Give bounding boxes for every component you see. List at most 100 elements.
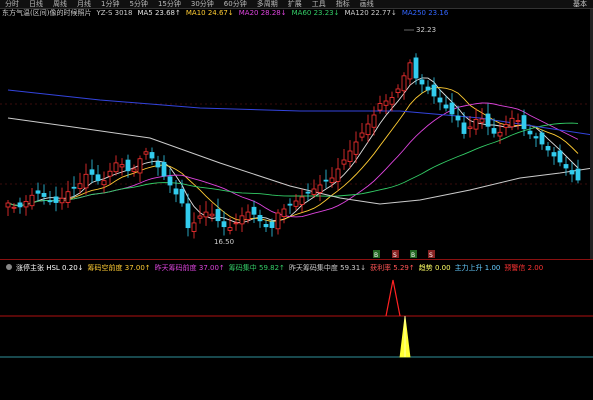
candle-body <box>95 174 101 182</box>
indicator-legend-item: 预警信 2.00 <box>504 264 544 272</box>
candle-body <box>191 222 197 232</box>
candle-body <box>197 215 203 219</box>
tab-8[interactable]: 60分钟 <box>219 0 252 8</box>
candle-body <box>401 75 407 92</box>
candle-body <box>35 190 41 194</box>
candle-body <box>443 104 449 109</box>
signal-marker-label: S <box>429 252 433 259</box>
candle-body <box>311 188 317 195</box>
candle-body <box>179 188 185 204</box>
candle-body <box>377 103 383 111</box>
tab-12[interactable]: 指标 <box>331 0 355 8</box>
ma250-line <box>7 89 593 136</box>
candle-body <box>431 84 437 97</box>
main-legend-item: MA5 23.68↑ <box>137 9 181 17</box>
candle-body <box>485 113 491 127</box>
candle-body <box>89 169 95 175</box>
candle-body <box>113 162 119 173</box>
indicator-panel[interactable]: 涨停主张 HSL 0.20↓ 筹码空前度 37.00↑ 昨天筹码前度 37.00… <box>0 260 593 400</box>
signal-marker-label: B <box>374 252 378 259</box>
candle-body <box>131 168 137 172</box>
main-legend-item: MA10 24.67↓ <box>185 9 234 17</box>
candle-body <box>533 136 539 139</box>
tab-6[interactable]: 15分钟 <box>153 0 186 8</box>
candle-body <box>221 221 227 228</box>
indicator-chart[interactable] <box>0 260 593 400</box>
tab-4[interactable]: 1分钟 <box>96 0 124 8</box>
candle-body <box>389 97 395 105</box>
main-legend-item: MA60 23.23↓ <box>291 9 340 17</box>
indicator-legend-item: 筹码集中 59.82↑ <box>228 264 285 272</box>
candle-body <box>275 212 281 230</box>
indicator-legend-item: 昨天筹码集中度 59.31↓ <box>288 264 367 272</box>
candle-body <box>527 130 533 135</box>
low-price-label: 16.50 <box>214 238 234 246</box>
candle-body <box>407 62 413 80</box>
candle-body <box>119 164 125 168</box>
indicator-legend-item: 获利率 5.29↑ <box>370 264 415 272</box>
candle-body <box>497 131 503 137</box>
candle-body <box>185 203 191 229</box>
candle-body <box>545 146 551 151</box>
tab-5[interactable]: 5分钟 <box>124 0 152 8</box>
tab-10[interactable]: 扩展 <box>283 0 307 8</box>
candle-body <box>383 100 389 106</box>
candle-body <box>281 208 287 217</box>
candle-body <box>335 168 341 182</box>
candle-body <box>77 183 83 189</box>
candle-body <box>83 173 89 189</box>
candle-body <box>137 158 143 174</box>
candle-body <box>569 170 575 175</box>
candle-body <box>521 115 527 130</box>
candle-body <box>263 224 269 228</box>
candle-body <box>371 114 377 128</box>
candle-body <box>323 179 329 182</box>
indicator-legend: 涨停主张 HSL 0.20↓ 筹码空前度 37.00↑ 昨天筹码前度 37.00… <box>6 264 543 273</box>
tab-7[interactable]: 30分钟 <box>186 0 219 8</box>
tab-9[interactable]: 多周期 <box>252 0 283 8</box>
tab-3[interactable]: 月线 <box>72 0 96 8</box>
tab-1[interactable]: 日线 <box>24 0 48 8</box>
candle-body <box>329 177 335 183</box>
candle-body <box>23 201 29 208</box>
candle-body <box>173 188 179 195</box>
indicator-legend-item: 筹码空前度 37.00↑ <box>87 264 151 272</box>
main-legend-item: YZ-S 3018 <box>96 9 133 17</box>
candle-body <box>509 117 515 128</box>
candle-body <box>167 176 173 186</box>
tab-2[interactable]: 周线 <box>48 0 72 8</box>
candle-body <box>467 126 473 129</box>
indicator-settings-icon[interactable] <box>6 264 12 270</box>
candle-body <box>5 202 11 208</box>
candle-body <box>449 102 455 115</box>
candle-body <box>437 97 443 103</box>
tab-0[interactable]: 分时 <box>0 0 24 8</box>
candle-body <box>257 215 263 222</box>
candle-body <box>299 196 305 205</box>
candle-body <box>461 122 467 134</box>
indicator-legend-item: 昨天筹码前度 37.00↑ <box>154 264 225 272</box>
main-legend-item: MA250 23.16 <box>401 9 449 17</box>
candle-body <box>341 159 347 165</box>
candle-body <box>59 197 65 204</box>
tab-11[interactable]: 工具 <box>307 0 331 8</box>
kline-chart[interactable]: 32.23 16.50 B S B S <box>0 8 593 259</box>
main-legend-item: 东方气温(区间)像的时候照片 <box>2 9 92 17</box>
candle-body <box>395 88 401 93</box>
candle-body <box>155 161 161 168</box>
candle-body <box>17 202 23 208</box>
signal-marker-label: B <box>411 252 415 259</box>
tab-13[interactable]: 画线 <box>355 0 379 8</box>
indicator-legend-item: 趋势 0.00 <box>418 264 451 272</box>
candle-body <box>143 151 149 155</box>
candle-body <box>245 211 251 220</box>
candle-body <box>305 191 311 194</box>
candle-body <box>515 120 521 122</box>
candle-body <box>239 215 245 225</box>
ma60-line <box>7 122 579 207</box>
main-legend-item: MA20 28.28↓ <box>238 9 287 17</box>
candle-body <box>209 213 215 217</box>
candle-body <box>557 150 563 163</box>
candle-body <box>425 86 431 91</box>
main-kline-panel[interactable]: 东方气温(区间)像的时候照片 YZ-S 3018 MA5 23.68↑ MA10… <box>0 8 593 260</box>
